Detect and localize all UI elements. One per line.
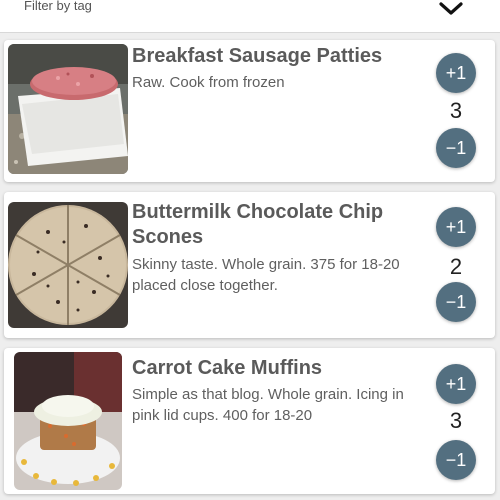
filter-label: Filter by tag xyxy=(24,0,92,13)
item-description: Skinny taste. Whole grain. 375 for 18-20… xyxy=(132,256,400,294)
list-item[interactable]: Carrot Cake Muffins Simple as that blog.… xyxy=(4,348,495,494)
decrement-button[interactable]: −1 xyxy=(436,128,476,168)
decrement-button[interactable]: −1 xyxy=(436,440,476,480)
item-count: 3 xyxy=(449,408,463,433)
filter-bar[interactable]: Filter by tag xyxy=(0,0,500,33)
item-description: Simple as that blog. Whole grain. Icing … xyxy=(132,386,404,424)
item-title: Carrot Cake Muffins xyxy=(132,357,323,379)
item-description: Raw. Cook from frozen xyxy=(132,74,285,91)
list-item[interactable]: Buttermilk Chocolate Chip Scones Skinny … xyxy=(4,192,495,338)
item-title: Buttermilk Chocolate Chip Scones xyxy=(132,201,384,248)
increment-button[interactable]: +1 xyxy=(436,207,476,247)
item-count: 3 xyxy=(449,98,463,123)
increment-button[interactable]: +1 xyxy=(436,53,476,93)
item-title: Breakfast Sausage Patties xyxy=(132,45,383,67)
sausage-patties-photo xyxy=(8,44,128,174)
decrement-button[interactable]: −1 xyxy=(436,282,476,322)
scones-photo xyxy=(8,202,128,328)
chevron-down-icon[interactable] xyxy=(438,0,464,20)
increment-button[interactable]: +1 xyxy=(436,364,476,404)
carrot-cake-muffin-photo xyxy=(14,352,122,490)
list-item[interactable]: Breakfast Sausage Patties Raw. Cook from… xyxy=(4,40,495,182)
item-count: 2 xyxy=(449,254,463,279)
